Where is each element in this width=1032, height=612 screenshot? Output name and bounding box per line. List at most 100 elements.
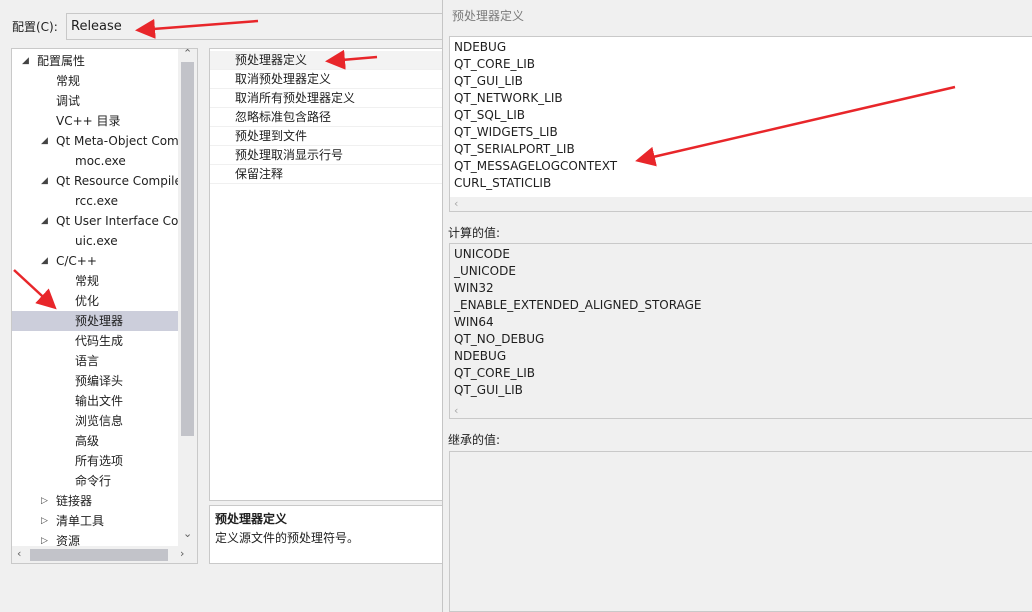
- list-line: QT_SERIALPORT_LIB: [454, 142, 575, 156]
- tree-item-label: 高级: [75, 434, 100, 448]
- description-title: 预处理器定义: [215, 512, 288, 526]
- scroll-up-icon[interactable]: ⌃: [183, 49, 192, 60]
- tree-item[interactable]: ◢ Qt User Interface Co: [12, 211, 178, 231]
- inherited-values-label: 继承的值:: [448, 433, 501, 447]
- tree-item[interactable]: ▷ 链接器: [12, 491, 178, 511]
- tree-item[interactable]: 高级: [12, 431, 178, 451]
- config-select-value: Release: [71, 19, 122, 34]
- tree-item[interactable]: VC++ 目录: [12, 111, 178, 131]
- tree-item-label: Qt Resource Compile: [56, 174, 182, 188]
- list-line: UNICODE: [454, 247, 510, 261]
- list-line: QT_CORE_LIB: [454, 57, 535, 71]
- scroll-right-icon[interactable]: ›: [180, 547, 184, 560]
- inherited-values-list[interactable]: [449, 451, 1032, 612]
- tree-item[interactable]: ◢ C/C++: [12, 251, 178, 271]
- chevron-expanded-icon[interactable]: ◢: [41, 251, 51, 271]
- chevron-expanded-icon[interactable]: ◢: [22, 51, 32, 71]
- dialog-title: 预处理器定义: [452, 9, 525, 23]
- list-line: QT_GUI_LIB: [454, 74, 523, 88]
- list-line: QT_GUI_LIB: [454, 383, 523, 397]
- chevron-collapsed-icon[interactable]: ▷: [41, 511, 51, 531]
- tree-item[interactable]: 浏览信息: [12, 411, 178, 431]
- property-row[interactable]: 预处理器定义: [210, 51, 442, 70]
- property-row[interactable]: 取消预处理器定义: [210, 70, 442, 89]
- tree-item-label: 浏览信息: [75, 414, 124, 428]
- config-label: 配置(C):: [12, 20, 58, 34]
- tree-item-label: rcc.exe: [75, 194, 118, 208]
- property-row[interactable]: 保留注释: [210, 165, 442, 184]
- tree-item-label: 常规: [75, 274, 100, 288]
- tree-item[interactable]: 调试: [12, 91, 178, 111]
- property-row[interactable]: 预处理到文件: [210, 127, 442, 146]
- list-line: QT_NO_DEBUG: [454, 332, 545, 346]
- list-line: WIN64: [454, 315, 494, 329]
- list-line: NDEBUG: [454, 349, 507, 363]
- evaluated-values-label: 计算的值:: [448, 226, 501, 240]
- list-line: _UNICODE: [454, 264, 516, 278]
- chevron-expanded-icon[interactable]: ◢: [41, 211, 51, 231]
- list-line: CURL_STATICLIB: [454, 176, 552, 190]
- tree-item-label: 调试: [56, 94, 81, 108]
- property-row[interactable]: 忽略标准包含路径: [210, 108, 442, 127]
- tree-item[interactable]: 常规: [12, 71, 178, 91]
- tree-item[interactable]: 预编译头: [12, 371, 178, 391]
- tree-item[interactable]: 预处理器: [12, 311, 178, 331]
- tree-item[interactable]: 输出文件: [12, 391, 178, 411]
- chevron-expanded-icon[interactable]: ◢: [41, 131, 51, 151]
- tree-item-label: 预编译头: [75, 374, 124, 388]
- tree-item[interactable]: ◢ 配置属性: [12, 51, 178, 71]
- tree-item[interactable]: 代码生成: [12, 331, 178, 351]
- tree-item-label: 代码生成: [75, 334, 124, 348]
- tree-item[interactable]: moc.exe: [12, 151, 178, 171]
- list-line: QT_MESSAGELOGCONTEXT: [454, 159, 618, 173]
- tree-item[interactable]: rcc.exe: [12, 191, 178, 211]
- list-line: WIN32: [454, 281, 494, 295]
- property-row[interactable]: 预处理取消显示行号: [210, 146, 442, 165]
- chevron-expanded-icon[interactable]: ◢: [41, 171, 51, 191]
- tree-horizontal-scrollbar[interactable]: ‹ ›: [12, 546, 197, 563]
- tree-item[interactable]: 命令行: [12, 471, 178, 491]
- scroll-left-icon[interactable]: ‹: [454, 404, 458, 417]
- tree-item-label: 所有选项: [75, 454, 124, 468]
- tree-vertical-scrollbar[interactable]: ⌃ ⌄: [178, 49, 197, 546]
- tree-item[interactable]: 优化: [12, 291, 178, 311]
- description-text: 定义源文件的预处理符号。: [215, 531, 360, 545]
- tree-item-label: 命令行: [75, 474, 112, 488]
- tree-item[interactable]: 语言: [12, 351, 178, 371]
- tree-item-label: Qt User Interface Co: [56, 214, 179, 228]
- property-tree[interactable]: ◢ 配置属性 常规 调试 VC++ 目录 ◢ Qt Meta-Object Com moc.e…: [11, 48, 198, 564]
- preprocessor-dialog: 预处理器定义 NDEBUG QT_CORE_LIB QT_GUI_LIB QT_NET…: [442, 0, 1032, 612]
- tree-horizontal-scroll-thumb[interactable]: [30, 549, 168, 561]
- scroll-left-icon[interactable]: ‹: [17, 547, 21, 560]
- scroll-left-icon[interactable]: ‹: [454, 197, 458, 210]
- description-panel: 预处理器定义 定义源文件的预处理符号。: [209, 505, 446, 564]
- tree-vertical-scroll-thumb[interactable]: [181, 62, 194, 436]
- evaluated-horizontal-scrollbar[interactable]: ‹: [450, 404, 1032, 418]
- list-line: QT_SQL_LIB: [454, 108, 525, 122]
- tree-item-label: 语言: [75, 354, 100, 368]
- tree-item-label: 优化: [75, 294, 100, 308]
- tree-item-label: 配置属性: [37, 54, 86, 68]
- tree-item[interactable]: ◢ Qt Resource Compile: [12, 171, 182, 191]
- scroll-down-icon[interactable]: ⌄: [183, 527, 192, 540]
- definitions-horizontal-scrollbar[interactable]: ‹: [450, 197, 1032, 211]
- tree-item[interactable]: 常规: [12, 271, 178, 291]
- list-line: NDEBUG: [454, 40, 507, 54]
- tree-item[interactable]: ▷ 清单工具: [12, 511, 178, 531]
- list-line: QT_NETWORK_LIB: [454, 91, 563, 105]
- tree-item[interactable]: 所有选项: [12, 451, 178, 471]
- list-line: QT_WIDGETS_LIB: [454, 125, 558, 139]
- tree-item-label: 链接器: [56, 494, 93, 508]
- tree-item-label: uic.exe: [75, 234, 118, 248]
- tree-item-label: C/C++: [56, 254, 97, 268]
- tree-item-label: 常规: [56, 74, 81, 88]
- config-select[interactable]: Release: [66, 13, 446, 40]
- tree-item[interactable]: ◢ Qt Meta-Object Com: [12, 131, 179, 151]
- chevron-collapsed-icon[interactable]: ▷: [41, 491, 51, 511]
- definitions-editor[interactable]: NDEBUG QT_CORE_LIB QT_GUI_LIB QT_NETWORK_LI…: [449, 36, 1032, 212]
- property-row[interactable]: 取消所有预处理器定义: [210, 89, 442, 108]
- tree-item[interactable]: uic.exe: [12, 231, 178, 251]
- tree-item-label: Qt Meta-Object Com: [56, 134, 179, 148]
- evaluated-values-list[interactable]: UNICODE _UNICODE WIN32 _ENABLE_EXTENDED_ALI…: [449, 243, 1032, 419]
- tree-item-label: 输出文件: [75, 394, 124, 408]
